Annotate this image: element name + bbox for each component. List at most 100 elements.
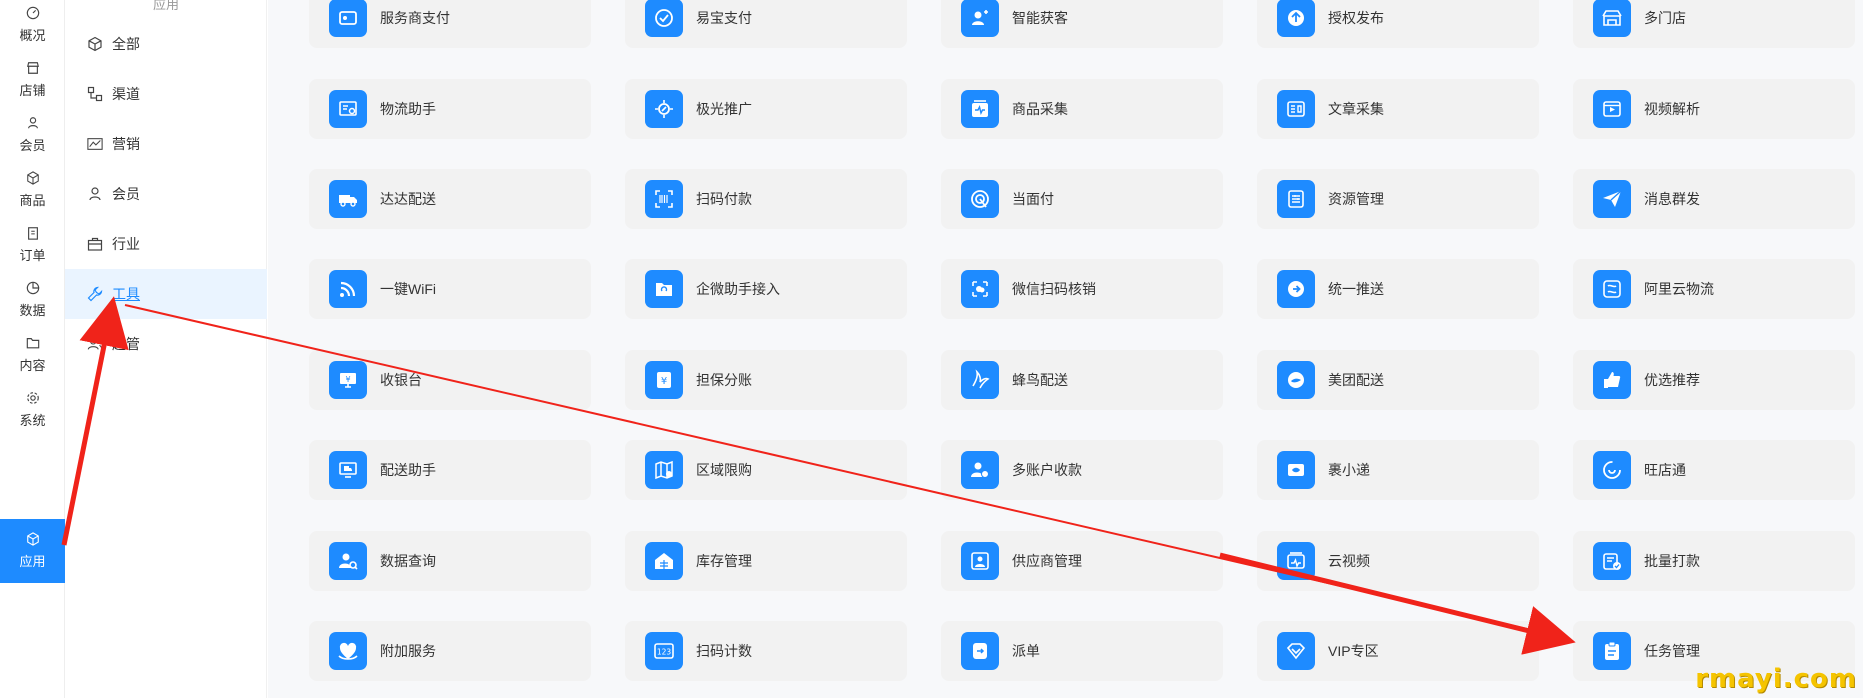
app-icon — [961, 270, 999, 308]
app-icon — [1277, 270, 1315, 308]
app-card-label: 统一推送 — [1328, 281, 1384, 297]
app-icon — [645, 180, 683, 218]
app-card[interactable]: 旺店通 — [1573, 440, 1855, 500]
app-card[interactable]: 消息群发 — [1573, 169, 1855, 229]
app-card-label: 商品采集 — [1012, 101, 1068, 117]
app-card[interactable]: 企微助手接入 — [625, 259, 907, 319]
app-card-label: 担保分账 — [696, 372, 752, 388]
app-card[interactable]: 文章采集 — [1257, 79, 1539, 139]
app-card-label: 收银台 — [380, 372, 422, 388]
app-card[interactable]: 数据查询 — [309, 531, 591, 591]
app-card[interactable]: 统一推送 — [1257, 259, 1539, 319]
app-card[interactable]: 区域限购 — [625, 440, 907, 500]
app-card[interactable]: 视频解析 — [1573, 79, 1855, 139]
app-card[interactable]: 附加服务 — [309, 621, 591, 681]
app-icon — [329, 632, 367, 670]
app-card-label: 区域限购 — [696, 462, 752, 478]
app-card[interactable]: 优选推荐 — [1573, 350, 1855, 410]
clipboard-icon — [27, 227, 38, 240]
app-card[interactable]: 多账户收款 — [941, 440, 1223, 500]
app-card[interactable]: 多门店 — [1573, 0, 1855, 48]
nav1-item-system[interactable]: 系统 — [0, 379, 65, 441]
app-icon — [329, 90, 367, 128]
app-icon — [1277, 451, 1315, 489]
app-card[interactable]: 库存管理 — [625, 531, 907, 591]
nav1-label: 数据 — [19, 303, 46, 318]
user-icon — [89, 187, 101, 201]
app-card-label: 企微助手接入 — [696, 281, 780, 297]
app-card-label: 阿里云物流 — [1644, 281, 1714, 297]
app-card[interactable]: 当面付 — [941, 169, 1223, 229]
app-card[interactable]: 达达配送 — [309, 169, 591, 229]
nav1-item-overview[interactable]: 概况 — [0, 0, 65, 56]
app-card[interactable]: 阿里云物流 — [1573, 259, 1855, 319]
app-card-label: 物流助手 — [380, 101, 436, 117]
app-card[interactable]: 商品采集 — [941, 79, 1223, 139]
app-card-label: 极光推广 — [696, 101, 752, 117]
app-card[interactable]: 授权发布 — [1257, 0, 1539, 48]
app-icon — [1593, 0, 1631, 37]
app-card[interactable]: 批量打款 — [1573, 531, 1855, 591]
app-card[interactable]: 云视频 — [1257, 531, 1539, 591]
app-icon — [1277, 542, 1315, 580]
app-card-label: 微信扫码核销 — [1012, 281, 1096, 297]
nav1-label: 概况 — [19, 28, 46, 43]
nav1-item-order[interactable]: 订单 — [0, 214, 65, 276]
cube-icon — [88, 36, 102, 52]
app-card[interactable]: 扫码付款 — [625, 169, 907, 229]
nav2-item-member[interactable]: 会员 — [65, 169, 267, 219]
app-icon — [645, 270, 683, 308]
nav2-label: 工具 — [112, 286, 140, 302]
app-card[interactable]: 配送助手 — [309, 440, 591, 500]
app-card-label: 多门店 — [1644, 10, 1686, 26]
app-icon — [961, 361, 999, 399]
app-card[interactable]: 微信扫码核销 — [941, 259, 1223, 319]
app-card[interactable]: 智能获客 — [941, 0, 1223, 48]
app-card-label: 任务管理 — [1644, 643, 1700, 659]
app-card[interactable]: 物流助手 — [309, 79, 591, 139]
app-card[interactable]: 123 扫码计数 — [625, 621, 907, 681]
app-card[interactable]: ¥ 担保分账 — [625, 350, 907, 410]
app-card[interactable]: ¥ 收银台 — [309, 350, 591, 410]
app-card-label: 优选推荐 — [1644, 372, 1700, 388]
nav2-item-industry[interactable]: 行业 — [65, 219, 267, 269]
app-card[interactable]: 美团配送 — [1257, 350, 1539, 410]
app-card-label: 旺店通 — [1644, 462, 1686, 478]
app-card-label: 服务商支付 — [380, 10, 450, 26]
user-icon — [27, 117, 38, 129]
app-card[interactable]: 一键WiFi — [309, 259, 591, 319]
app-card-label: 蜂鸟配送 — [1012, 372, 1068, 388]
app-card[interactable]: 易宝支付 — [625, 0, 907, 48]
app-icon — [1277, 0, 1315, 37]
app-icon — [1277, 90, 1315, 128]
nav2-item-channel[interactable]: 渠道 — [65, 69, 267, 119]
secondary-sidebar: 应用 全部 渠道 营销 会员 行业 工具 超管 — [65, 0, 267, 698]
nav2-item-all[interactable]: 全部 — [65, 19, 267, 69]
primary-sidebar: 概况 店铺 会员 商品 订单 数据 内容 系统 应用 — [0, 0, 65, 698]
nav2-item-tools[interactable]: 工具 — [65, 269, 267, 319]
app-card[interactable]: 极光推广 — [625, 79, 907, 139]
pie-icon — [26, 281, 39, 295]
app-card[interactable]: 蜂鸟配送 — [941, 350, 1223, 410]
nav1-item-content[interactable]: 内容 — [0, 324, 65, 386]
svg-text:¥: ¥ — [345, 375, 350, 384]
app-card[interactable]: 服务商支付 — [309, 0, 591, 48]
nav1-label: 系统 — [19, 413, 46, 428]
nav1-item-data[interactable]: 数据 — [0, 269, 65, 331]
nav1-item-member[interactable]: 会员 — [0, 104, 65, 166]
app-card[interactable]: VIP专区 — [1257, 621, 1539, 681]
app-card-label: 视频解析 — [1644, 101, 1700, 117]
app-card[interactable]: 裹小递 — [1257, 440, 1539, 500]
nav2-item-marketing[interactable]: 营销 — [65, 119, 267, 169]
app-card[interactable]: 资源管理 — [1257, 169, 1539, 229]
nav2-label: 会员 — [112, 186, 140, 202]
nav1-item-goods[interactable]: 商品 — [0, 159, 65, 221]
app-card[interactable]: 供应商管理 — [941, 531, 1223, 591]
nav1-item-apps[interactable]: 应用 — [0, 519, 65, 583]
app-card-label: 授权发布 — [1328, 10, 1384, 26]
app-card[interactable]: 派单 — [941, 621, 1223, 681]
nav2-item-super-admin[interactable]: 超管 — [65, 319, 267, 369]
app-icon — [961, 90, 999, 128]
app-card-label: 派单 — [1012, 643, 1040, 659]
nav1-item-store[interactable]: 店铺 — [0, 49, 65, 111]
